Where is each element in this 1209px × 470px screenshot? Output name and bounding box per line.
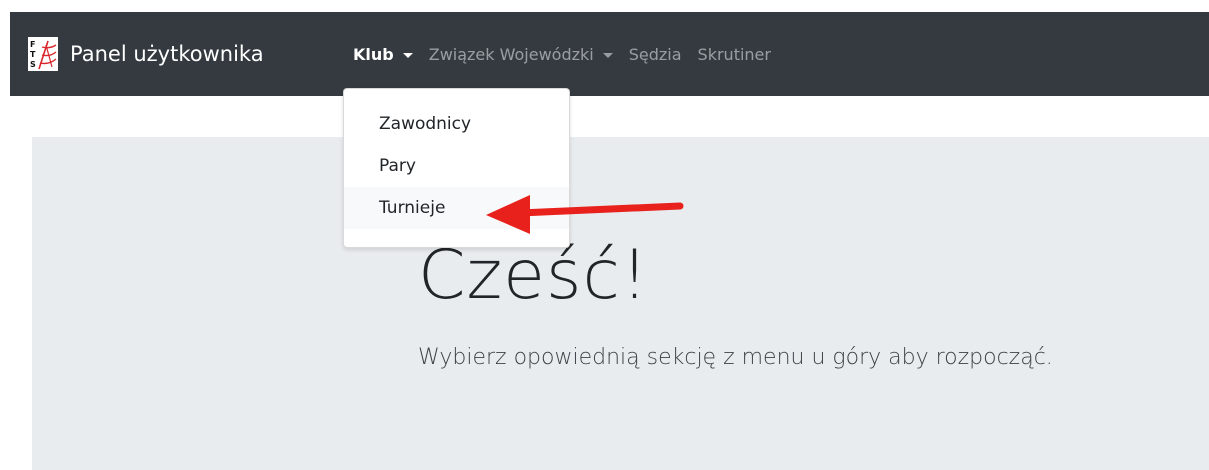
navbar-brand[interactable]: F T S Panel użytkownika (28, 12, 264, 96)
nav-item-label: Sędzia (628, 44, 682, 64)
nav-item-skrutiner[interactable]: Skrutiner (698, 45, 771, 64)
page: F T S Panel użytkownika Klub Związek Woj… (0, 0, 1209, 470)
fts-logo-icon: F T S (28, 37, 58, 71)
brand-title: Panel użytkownika (70, 42, 264, 66)
jumbotron-lead: Wybierz opowiednią sekcję z menu u góry … (418, 345, 1053, 370)
nav-item-sedzia[interactable]: Sędzia (629, 45, 682, 64)
svg-text:S: S (30, 60, 36, 69)
nav-item-label: Klub (353, 44, 394, 64)
caret-down-icon (402, 52, 413, 58)
nav-item-label: Skrutiner (697, 44, 771, 64)
dropdown-item-zawodnicy[interactable]: Zawodnicy (344, 103, 569, 145)
svg-text:T: T (30, 50, 36, 59)
nav-item-zwiazek-wojewodzki[interactable]: Związek Wojewódzki (429, 45, 613, 64)
navbar: F T S Panel użytkownika Klub Związek Woj… (10, 12, 1209, 96)
nav-item-klub[interactable]: Klub (353, 45, 413, 64)
nav-menu: Klub Związek Wojewódzki Sędzia Skrutiner (353, 12, 787, 96)
caret-down-icon (602, 52, 613, 58)
svg-text:F: F (30, 40, 35, 49)
annotation-arrow-icon (486, 195, 684, 234)
nav-item-label: Związek Wojewódzki (428, 44, 594, 64)
